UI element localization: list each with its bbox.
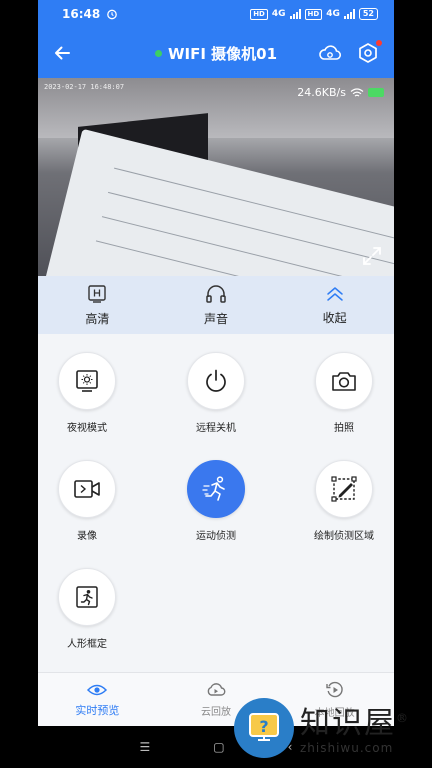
headphone-icon <box>206 284 226 303</box>
remote-shutdown-label: 远程关机 <box>196 423 236 434</box>
hd-chip: HD <box>250 8 268 20</box>
cloud-settings-button[interactable] <box>316 39 344 67</box>
device-settings-button[interactable] <box>354 39 382 67</box>
collapse-button[interactable]: 收起 <box>275 276 394 334</box>
watermark-logo-icon: ? <box>234 698 294 758</box>
recent-apps-icon[interactable]: ☰ <box>140 740 151 754</box>
signal-icon-2 <box>343 9 355 19</box>
battery-indicator: 52 <box>358 8 378 20</box>
take-photo-label: 拍照 <box>334 423 354 434</box>
video-timestamp: 2023-02-17 16:48:07 <box>44 83 125 91</box>
watermark-cn: 知识屋 <box>300 706 396 741</box>
record-video[interactable]: 录像 <box>38 460 147 542</box>
remote-shutdown[interactable]: 远程关机 <box>156 352 276 434</box>
camera-battery-icon <box>368 88 384 97</box>
collapse-label: 收起 <box>322 310 347 325</box>
night-vision-label: 夜视模式 <box>67 423 107 434</box>
power-icon <box>206 369 226 392</box>
watermark-en: zhishiwu.com <box>300 741 394 755</box>
camera-icon <box>332 372 356 391</box>
title-bar: WIFI 摄像机01 <box>38 28 394 78</box>
live-video-view[interactable]: 2023-02-17 16:48:07 24.6KB/s <box>38 78 394 276</box>
cloud-playback-icon <box>207 683 226 696</box>
local-playback-icon <box>325 681 343 698</box>
quality-label: 高清 <box>85 311 110 326</box>
quality-hd-button[interactable]: 高清 <box>38 276 157 334</box>
hd-chip-2: HD <box>304 8 323 20</box>
night-vision-icon <box>76 370 98 392</box>
night-vision-mode[interactable]: 夜视模式 <box>38 352 147 434</box>
sound-label: 声音 <box>204 311 229 326</box>
record-video-label: 录像 <box>77 531 97 542</box>
settings-icon <box>359 43 377 63</box>
signal-icon <box>289 9 301 19</box>
human-framing-label: 人形框定 <box>67 639 107 650</box>
tab-cloud-playback-label: 云回放 <box>201 707 231 718</box>
app-screen: 16:48 HD 4G HD 4G 52 WIFI 摄像机01 2023-02-… <box>38 0 394 768</box>
page-title: WIFI 摄像机01 <box>167 44 278 63</box>
eye-icon <box>87 684 108 695</box>
video-record-icon <box>74 480 100 498</box>
back-button[interactable] <box>38 28 86 78</box>
motion-detection-label: 运动侦测 <box>196 531 236 542</box>
motion-detect-icon <box>202 476 225 501</box>
alarm-icon <box>107 9 118 20</box>
notification-dot <box>376 40 382 46</box>
watermark-reg: ® <box>396 711 410 725</box>
wifi-icon <box>350 87 364 96</box>
cloud-settings-icon <box>319 45 342 60</box>
online-status-dot <box>154 49 162 57</box>
function-grid: 夜视模式 远程关机 拍照 录像 运动侦测 绘制侦测区域 人形框定 <box>38 334 394 674</box>
draw-detection-area-label: 绘制侦测区域 <box>314 531 374 542</box>
net-gen-label-2: 4G <box>326 9 340 19</box>
draw-detection-area[interactable]: 绘制侦测区域 <box>284 460 394 542</box>
status-time: 16:48 <box>62 7 101 21</box>
sound-button[interactable]: 声音 <box>157 276 276 334</box>
svg-text:?: ? <box>259 717 268 736</box>
back-arrow-icon <box>55 46 70 60</box>
quick-control-bar: 高清 声音 收起 <box>38 276 394 334</box>
tab-live-preview[interactable]: 实时预览 <box>38 673 157 726</box>
status-bar: 16:48 HD 4G HD 4G 52 <box>38 0 394 28</box>
take-photo[interactable]: 拍照 <box>284 352 394 434</box>
human-framing[interactable]: 人形框定 <box>38 568 147 650</box>
home-icon[interactable]: ▢ <box>213 740 224 754</box>
draw-area-icon <box>331 476 357 502</box>
human-frame-icon <box>76 586 98 608</box>
net-gen-label: 4G <box>271 9 286 19</box>
motion-detection[interactable]: 运动侦测 <box>156 460 276 542</box>
site-watermark: ? 知识屋® zhishiwu.com <box>234 698 410 758</box>
video-bitrate: 24.6KB/s <box>297 86 346 99</box>
collapse-chevron-icon <box>326 286 343 301</box>
tab-live-preview-label: 实时预览 <box>75 703 120 717</box>
fullscreen-icon[interactable] <box>360 244 384 268</box>
hd-icon <box>88 284 107 303</box>
